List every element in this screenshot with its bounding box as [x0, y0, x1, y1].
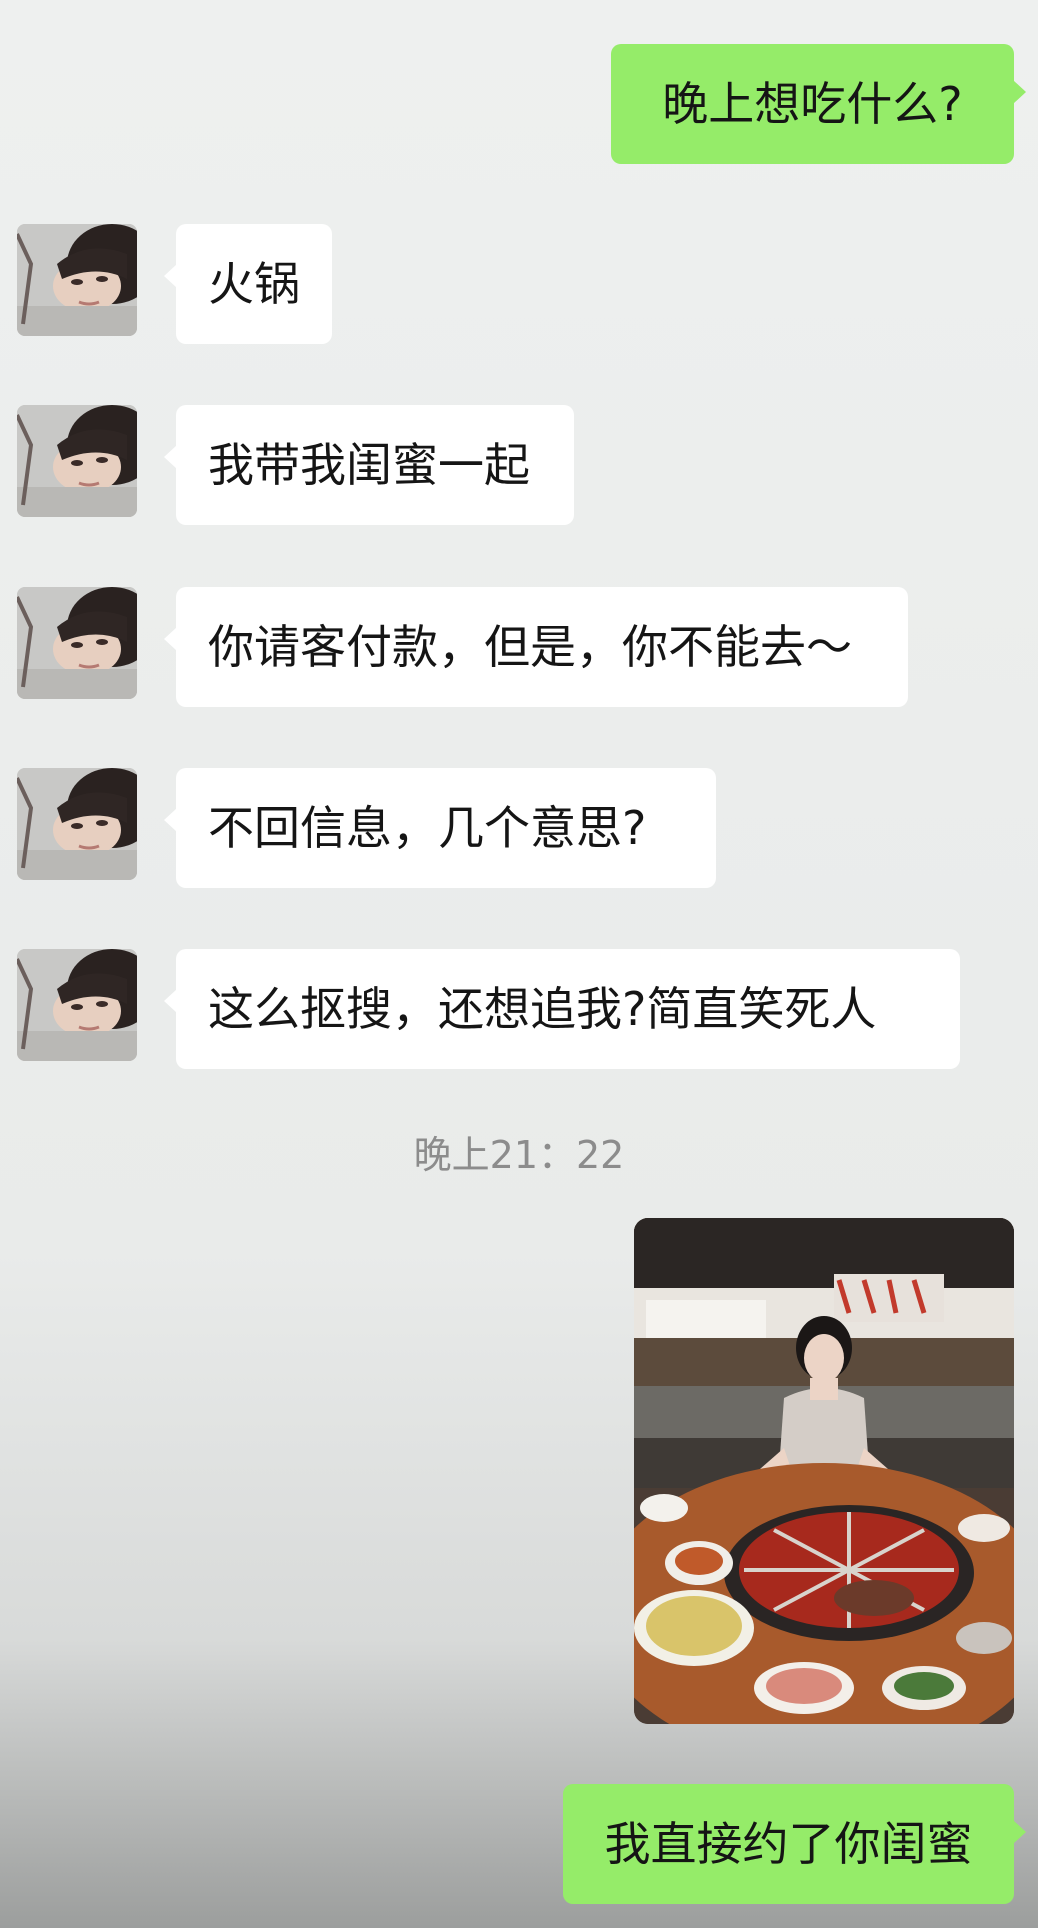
sent-message-bubble[interactable]: 我直接约了你闺蜜 [563, 1784, 1026, 1904]
received-message-bubble[interactable]: 你请客付款，但是，你不能去～ [164, 587, 908, 707]
contact-avatar[interactable] [17, 405, 137, 517]
message-text: 我带我闺蜜一起 [208, 438, 530, 492]
sent-message-bubble[interactable]: 晚上想吃什么? [611, 44, 1026, 164]
contact-avatar[interactable] [17, 949, 137, 1061]
contact-avatar[interactable] [17, 224, 137, 336]
received-message-bubble[interactable]: 不回信息，几个意思? [164, 768, 716, 888]
message-text: 晚上想吃什么? [662, 77, 963, 131]
hotpot-photo [634, 1218, 1014, 1724]
contact-avatar[interactable] [17, 587, 137, 699]
received-message-bubble[interactable]: 火锅 [164, 224, 332, 344]
message-text: 不回信息，几个意思? [208, 801, 647, 855]
message-text: 你请客付款，但是，你不能去～ [208, 620, 852, 674]
message-text: 火锅 [208, 257, 300, 311]
received-message-bubble[interactable]: 我带我闺蜜一起 [164, 405, 574, 525]
received-message-bubble[interactable]: 这么抠搜，还想追我?简直笑死人 [164, 949, 960, 1069]
message-text: 我直接约了你闺蜜 [604, 1817, 973, 1871]
chat-window: 晚上想吃什么? 火锅 我带我闺蜜一起 你请客付款，但是，你不能去～ 不回信息，几… [0, 0, 1038, 1928]
sent-image-message[interactable] [634, 1218, 1014, 1724]
contact-avatar[interactable] [17, 768, 137, 880]
message-text: 这么抠搜，还想追我?简直笑死人 [208, 982, 877, 1036]
message-timestamp: 晚上21：22 [413, 1133, 625, 1177]
